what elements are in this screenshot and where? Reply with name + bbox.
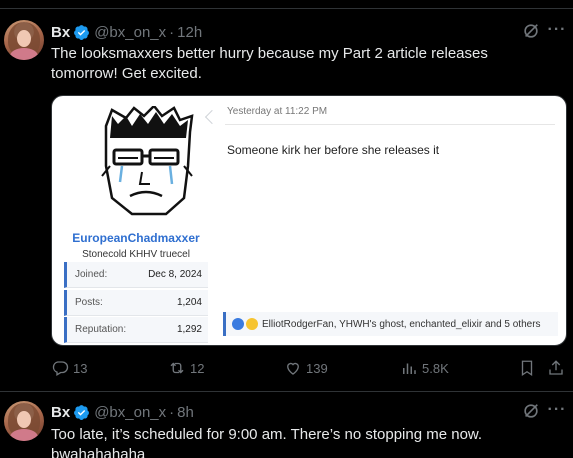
views-button[interactable]: 5.8K <box>400 356 449 380</box>
reply-icon <box>52 361 69 376</box>
tweet-text: The looksmaxxers better hurry because my… <box>51 45 488 82</box>
handle[interactable]: @bx_on_x <box>94 404 166 421</box>
tweet-header: Bx @bx_on_x · 8h <box>51 402 194 422</box>
post-reactions: ElliotRodgerFan, YHWH's ghost, enchanted… <box>223 312 558 336</box>
verified-badge-icon <box>74 404 90 420</box>
tweet-divider <box>0 391 573 392</box>
heart-icon <box>287 362 299 375</box>
post-body: Someone kirk her before she releases it <box>227 143 440 157</box>
grok-icon[interactable] <box>521 21 541 41</box>
more-options-icon[interactable]: ··· <box>547 400 567 420</box>
repost-button[interactable]: 12 <box>168 356 204 380</box>
display-name[interactable]: Bx <box>51 24 70 41</box>
laugh-reaction-icon <box>246 318 258 330</box>
more-options-icon[interactable]: ··· <box>547 20 567 40</box>
forum-username: EuropeanChadmaxxer <box>72 231 200 245</box>
tweet-actions: 13 12 139 5.8K <box>51 356 573 380</box>
bookmark-icon <box>521 360 533 377</box>
tweet-media-image[interactable]: EuropeanChadmaxxer Stonecold KHHV truece… <box>51 95 567 346</box>
post-divider <box>225 124 555 125</box>
reply-button[interactable]: 13 <box>51 356 87 380</box>
avatar[interactable] <box>4 401 44 441</box>
like-button[interactable]: 139 <box>284 356 328 380</box>
stat-posts: Posts: 1,204 <box>64 290 208 316</box>
separator: · <box>169 403 175 421</box>
forum-post: Yesterday at 11:22 PM Someone kirk her b… <box>215 96 566 345</box>
stat-joined: Joined: Dec 8, 2024 <box>64 262 208 288</box>
reactions-text: ElliotRodgerFan, YHWH's ghost, enchanted… <box>262 318 541 330</box>
meme-avatar-image <box>92 104 202 218</box>
tweet-text: Too late, it’s scheduled for 9:00 am. Th… <box>51 426 483 458</box>
share-button[interactable] <box>547 356 569 380</box>
bookmark-button[interactable] <box>518 356 540 380</box>
tweet-header: Bx @bx_on_x · 12h <box>51 22 202 42</box>
handle[interactable]: @bx_on_x <box>94 24 166 41</box>
avatar[interactable] <box>4 20 44 60</box>
share-icon <box>549 360 563 375</box>
forum-user-title: Stonecold KHHV truecel <box>82 249 190 260</box>
separator: · <box>169 23 175 41</box>
timestamp[interactable]: 8h <box>177 404 194 421</box>
display-name[interactable]: Bx <box>51 404 70 421</box>
post-timestamp: Yesterday at 11:22 PM <box>227 106 328 117</box>
verified-badge-icon <box>74 24 90 40</box>
timestamp[interactable]: 12h <box>177 24 202 41</box>
stat-reputation: Reputation: 1,292 <box>64 317 208 343</box>
top-divider <box>0 8 573 9</box>
grok-icon[interactable] <box>521 401 541 421</box>
forum-user-card: EuropeanChadmaxxer Stonecold KHHV truece… <box>64 104 208 344</box>
like-reaction-icon <box>232 318 244 330</box>
views-icon <box>403 363 416 374</box>
repost-icon <box>170 362 184 374</box>
